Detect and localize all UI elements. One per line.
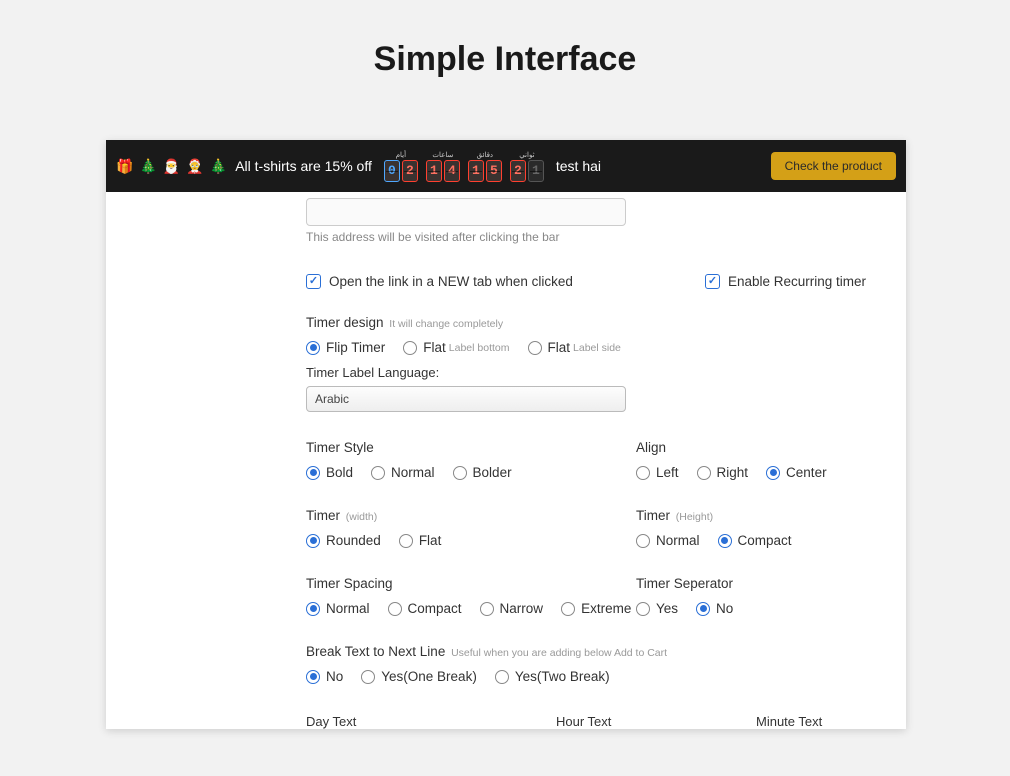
enable-recurring-checkbox[interactable] bbox=[705, 274, 720, 289]
radio-align-left[interactable]: Left bbox=[636, 465, 679, 480]
timer-digit: 2 bbox=[510, 160, 526, 182]
text-labels-row: Day Text Hour Text Minute Text bbox=[306, 714, 906, 729]
timer-language-label: Timer Label Language: bbox=[306, 365, 906, 380]
timer-minutes-label: دقائق bbox=[477, 151, 493, 159]
promo-text: All t-shirts are 15% off bbox=[235, 158, 372, 174]
radio-separator-no[interactable]: No bbox=[696, 601, 733, 616]
link-address-input[interactable] bbox=[306, 198, 626, 226]
timer-digit: 1 bbox=[468, 160, 484, 182]
timer-design-radios: Flip Timer FlatLabel bottom FlatLabel si… bbox=[306, 340, 906, 355]
timer-design-label: Timer design It will change completely bbox=[306, 315, 906, 330]
radio-align-center[interactable]: Center bbox=[766, 465, 827, 480]
promo-topbar: 🎁 🎄 🎅 🤶 🎄 All t-shirts are 15% off أيام … bbox=[106, 140, 906, 192]
break-text-radios: No Yes(One Break) Yes(Two Break) bbox=[306, 669, 906, 684]
timer-digit: 0 bbox=[384, 160, 400, 182]
gift-icon: 🎁 bbox=[116, 158, 133, 175]
promo-suffix-text: test hai bbox=[556, 158, 601, 174]
timer-width-radios: Rounded Flat bbox=[306, 533, 636, 548]
timer-digit: 1 bbox=[426, 160, 442, 182]
timer-digit: 5 bbox=[486, 160, 502, 182]
radio-flip-timer[interactable]: Flip Timer bbox=[306, 340, 385, 355]
settings-panel: 🎁 🎄 🎅 🤶 🎄 All t-shirts are 15% off أيام … bbox=[106, 140, 906, 729]
open-new-tab-checkbox-row: Open the link in a NEW tab when clicked bbox=[306, 274, 573, 289]
timer-height-radios: Normal Compact bbox=[636, 533, 906, 548]
radio-flat-label-side[interactable]: FlatLabel side bbox=[528, 340, 621, 355]
timer-style-radios: Bold Normal Bolder bbox=[306, 465, 636, 480]
timer-language-select[interactable]: Arabic bbox=[306, 386, 626, 412]
mrs-claus-icon: 🤶 bbox=[186, 158, 203, 175]
timer-seconds: ثواني 2 1 bbox=[510, 151, 544, 182]
timer-separator-label: Timer Seperator bbox=[636, 576, 906, 591]
radio-break-no[interactable]: No bbox=[306, 669, 343, 684]
timer-days-label: أيام bbox=[396, 151, 406, 159]
hour-text-label: Hour Text bbox=[556, 714, 756, 729]
align-label: Align bbox=[636, 440, 906, 455]
timer-separator-radios: Yes No bbox=[636, 601, 906, 616]
check-product-button[interactable]: Check the product bbox=[771, 152, 896, 180]
day-text-label: Day Text bbox=[306, 714, 556, 729]
radio-spacing-narrow[interactable]: Narrow bbox=[480, 601, 544, 616]
enable-recurring-checkbox-row: Enable Recurring timer bbox=[705, 274, 866, 289]
align-radios: Left Right Center bbox=[636, 465, 906, 480]
tree-icon: 🎄 bbox=[210, 158, 227, 175]
radio-height-normal[interactable]: Normal bbox=[636, 533, 700, 548]
timer-seconds-label: ثواني bbox=[519, 151, 534, 159]
timer-height-label: Timer (Height) bbox=[636, 508, 906, 523]
santa-icon: 🎅 bbox=[163, 158, 180, 175]
break-text-label: Break Text to Next Line Useful when you … bbox=[306, 644, 906, 659]
timer-digit: 4 bbox=[444, 160, 460, 182]
radio-style-bolder[interactable]: Bolder bbox=[453, 465, 512, 480]
radio-width-flat[interactable]: Flat bbox=[399, 533, 442, 548]
minute-text-label: Minute Text bbox=[756, 714, 822, 729]
form-area: This address will be visited after click… bbox=[106, 198, 906, 729]
radio-style-normal[interactable]: Normal bbox=[371, 465, 435, 480]
radio-align-right[interactable]: Right bbox=[697, 465, 749, 480]
timer-hours-label: ساعات bbox=[432, 151, 453, 159]
open-new-tab-label: Open the link in a NEW tab when clicked bbox=[329, 274, 573, 289]
timer-style-label: Timer Style bbox=[306, 440, 636, 455]
timer-width-label: Timer (width) bbox=[306, 508, 636, 523]
radio-flat-label-bottom[interactable]: FlatLabel bottom bbox=[403, 340, 509, 355]
timer-minutes: دقائق 1 5 bbox=[468, 151, 502, 182]
open-new-tab-checkbox[interactable] bbox=[306, 274, 321, 289]
tree-icon: 🎄 bbox=[139, 158, 156, 175]
timer-digit: 1 bbox=[528, 160, 544, 182]
timer-digit: 2 bbox=[402, 160, 418, 182]
radio-spacing-compact[interactable]: Compact bbox=[388, 601, 462, 616]
timer-hours: ساعات 1 4 bbox=[426, 151, 460, 182]
countdown-timer: أيام 0 2 ساعات 1 4 دقائق 1 5 bbox=[384, 151, 544, 182]
radio-style-bold[interactable]: Bold bbox=[306, 465, 353, 480]
radio-break-two[interactable]: Yes(Two Break) bbox=[495, 669, 610, 684]
timer-days: أيام 0 2 bbox=[384, 151, 418, 182]
timer-spacing-radios: Normal Compact Narrow Extreme bbox=[306, 601, 636, 616]
radio-spacing-extreme[interactable]: Extreme bbox=[561, 601, 631, 616]
radio-width-rounded[interactable]: Rounded bbox=[306, 533, 381, 548]
timer-spacing-label: Timer Spacing bbox=[306, 576, 636, 591]
radio-separator-yes[interactable]: Yes bbox=[636, 601, 678, 616]
radio-height-compact[interactable]: Compact bbox=[718, 533, 792, 548]
radio-break-one[interactable]: Yes(One Break) bbox=[361, 669, 477, 684]
page-title: Simple Interface bbox=[0, 0, 1010, 115]
link-address-hint: This address will be visited after click… bbox=[306, 230, 906, 244]
enable-recurring-label: Enable Recurring timer bbox=[728, 274, 866, 289]
radio-spacing-normal[interactable]: Normal bbox=[306, 601, 370, 616]
